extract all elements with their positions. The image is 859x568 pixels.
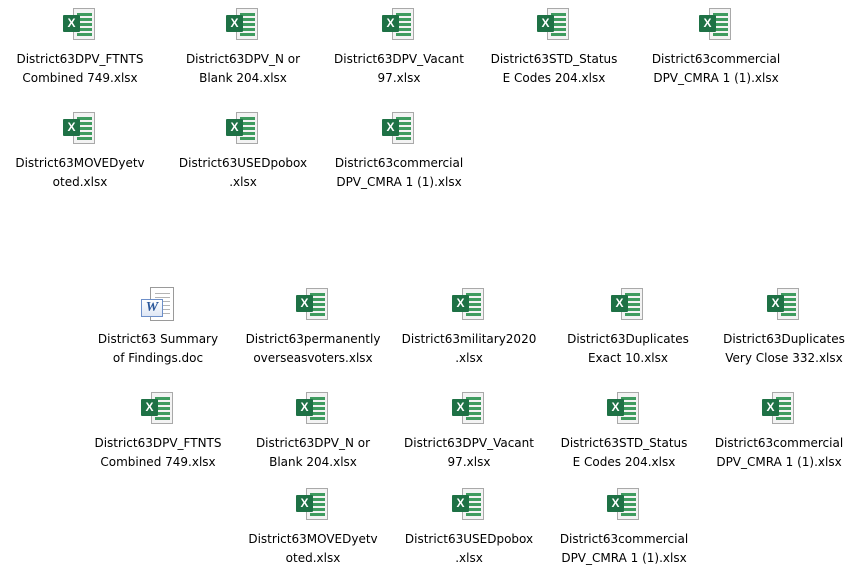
file-name: District63commercial DPV_CMRA 1 (1).xlsx xyxy=(714,436,844,469)
file-item[interactable]: X District63STD_Status E Codes 204.xlsx xyxy=(474,6,634,88)
file-item[interactable]: X District63MOVEDyetv oted.xlsx xyxy=(0,110,160,192)
file-name: District63STD_Status E Codes 204.xlsx xyxy=(560,436,688,469)
file-name: District63DPV_N or Blank 204.xlsx xyxy=(185,52,301,85)
excel-file-icon: X xyxy=(296,390,330,428)
file-item[interactable]: X District63STD_Status E Codes 204.xlsx xyxy=(544,390,704,472)
word-file-icon: W xyxy=(141,286,175,324)
file-item[interactable]: X District63Duplicates Exact 10.xlsx xyxy=(548,286,708,368)
file-item[interactable]: X District63permanently overseasvoters.xl… xyxy=(233,286,393,368)
file-item[interactable]: X District63DPV_Vacant 97.xlsx xyxy=(389,390,549,472)
file-item[interactable]: X District63DPV_N or Blank 204.xlsx xyxy=(163,6,323,88)
excel-file-icon: X xyxy=(537,6,571,44)
file-name: District63DPV_FTNTS Combined 749.xlsx xyxy=(16,52,144,85)
excel-file-icon: X xyxy=(63,110,97,148)
excel-file-icon: X xyxy=(226,6,260,44)
file-name: District63commercial DPV_CMRA 1 (1).xlsx xyxy=(559,532,689,565)
excel-file-icon: X xyxy=(607,486,641,524)
file-name: District63USEDpobox .xlsx xyxy=(178,156,308,189)
file-item[interactable]: X District63commercial DPV_CMRA 1 (1).xls… xyxy=(636,6,796,88)
excel-file-icon: X xyxy=(296,486,330,524)
excel-file-icon: X xyxy=(607,390,641,428)
excel-file-icon: X xyxy=(767,286,801,324)
file-item[interactable]: X District63commercial DPV_CMRA 1 (1).xls… xyxy=(319,110,479,192)
file-item[interactable]: X District63DPV_FTNTS Combined 749.xlsx xyxy=(0,6,160,88)
file-name: District63commercial DPV_CMRA 1 (1).xlsx xyxy=(651,52,781,85)
file-item[interactable]: X District63DPV_FTNTS Combined 749.xlsx xyxy=(78,390,238,472)
file-name: District63Duplicates Very Close 332.xlsx xyxy=(723,332,845,365)
excel-file-icon: X xyxy=(452,286,486,324)
file-item[interactable]: X District63military2020 .xlsx xyxy=(389,286,549,368)
file-item[interactable]: X District63DPV_Vacant 97.xlsx xyxy=(319,6,479,88)
file-name: District63DPV_N or Blank 204.xlsx xyxy=(255,436,371,469)
file-name: District63 Summary of Findings.doc xyxy=(97,332,219,365)
file-item[interactable]: X District63MOVEDyetv oted.xlsx xyxy=(233,486,393,568)
file-item[interactable]: X District63DPV_N or Blank 204.xlsx xyxy=(233,390,393,472)
excel-file-icon: X xyxy=(762,390,796,428)
file-name: District63DPV_Vacant 97.xlsx xyxy=(334,52,464,85)
file-item[interactable]: X District63commercial DPV_CMRA 1 (1).xls… xyxy=(544,486,704,568)
excel-file-icon: X xyxy=(141,390,175,428)
file-name: District63DPV_Vacant 97.xlsx xyxy=(404,436,534,469)
excel-file-icon: X xyxy=(226,110,260,148)
file-item[interactable]: X District63commercial DPV_CMRA 1 (1).xls… xyxy=(699,390,859,472)
file-name: District63commercial DPV_CMRA 1 (1).xlsx xyxy=(334,156,464,189)
file-name: District63permanently overseasvoters.xlsx xyxy=(245,332,381,365)
excel-file-icon: X xyxy=(296,286,330,324)
file-item[interactable]: X District63Duplicates Very Close 332.xls… xyxy=(704,286,859,368)
excel-file-icon: X xyxy=(63,6,97,44)
file-item[interactable]: X District63USEDpobox .xlsx xyxy=(389,486,549,568)
file-item[interactable]: X District63USEDpobox .xlsx xyxy=(163,110,323,192)
excel-file-icon: X xyxy=(611,286,645,324)
file-item[interactable]: W District63 Summary of Findings.doc xyxy=(78,286,238,368)
excel-file-icon: X xyxy=(382,110,416,148)
file-name: District63MOVEDyetv oted.xlsx xyxy=(15,156,145,189)
file-name: District63USEDpobox .xlsx xyxy=(404,532,534,565)
file-name: District63Duplicates Exact 10.xlsx xyxy=(567,332,689,365)
file-name: District63DPV_FTNTS Combined 749.xlsx xyxy=(94,436,222,469)
excel-file-icon: X xyxy=(699,6,733,44)
excel-file-icon: X xyxy=(382,6,416,44)
file-name: District63military2020 .xlsx xyxy=(401,332,537,365)
excel-file-icon: X xyxy=(452,390,486,428)
file-name: District63STD_Status E Codes 204.xlsx xyxy=(490,52,618,85)
excel-file-icon: X xyxy=(452,486,486,524)
file-name: District63MOVEDyetv oted.xlsx xyxy=(248,532,378,565)
